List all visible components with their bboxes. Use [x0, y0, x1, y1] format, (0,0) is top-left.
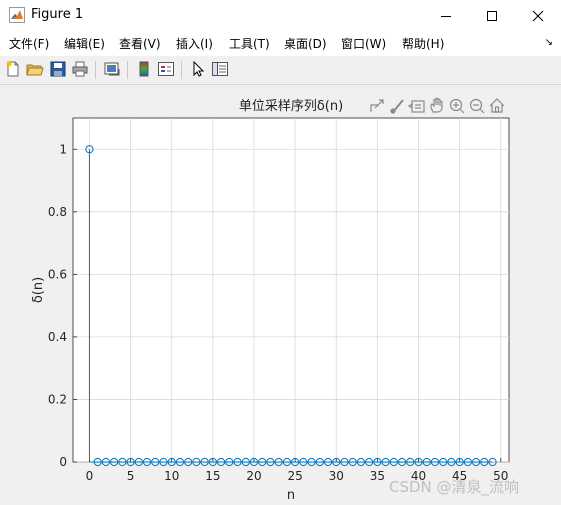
menu-desktop[interactable]: 桌面(D): [284, 35, 327, 52]
x-tick-label: 5: [127, 469, 135, 483]
y-tick-label: 0.2: [48, 392, 67, 406]
figure-toolbar: [0, 56, 561, 85]
menu-edit[interactable]: 编辑(E): [64, 35, 105, 52]
toolbar-separator: [181, 61, 182, 79]
x-axis-label: n: [287, 488, 295, 503]
x-tick-label: 35: [370, 469, 385, 483]
y-tick-label: 0.6: [48, 267, 67, 281]
menu-file[interactable]: 文件(F): [9, 35, 49, 52]
close-button[interactable]: [515, 0, 561, 31]
pointer-icon[interactable]: [189, 60, 207, 78]
menu-window[interactable]: 窗口(W): [341, 35, 386, 52]
x-tick-label: 10: [164, 469, 179, 483]
y-axis-label: δ(n): [31, 277, 46, 303]
legend-icon[interactable]: [157, 60, 175, 78]
menu-view[interactable]: 查看(V): [119, 35, 161, 52]
maximize-button[interactable]: [469, 0, 515, 31]
new-figure-icon[interactable]: [4, 60, 22, 78]
menu-insert[interactable]: 插入(I): [176, 35, 213, 52]
figure-canvas[interactable]: 0 5 10 15 20 25 30 35 40 45 5000.20.40.60.81 单位采样序…: [0, 85, 561, 505]
y-tick-label: 0: [59, 455, 67, 469]
y-tick-label: 0.8: [48, 205, 67, 219]
menu-bar: 文件(F) 编辑(E) 查看(V) 插入(I) 工具(T) 桌面(D) 窗口(W…: [0, 31, 561, 56]
property-editor-icon[interactable]: [211, 60, 229, 78]
menu-overflow-icon[interactable]: ↘: [545, 37, 553, 48]
close-icon: [532, 10, 544, 21]
y-tick-label: 1: [59, 142, 67, 156]
window-title: Figure 1: [31, 7, 84, 22]
maximize-icon: [487, 10, 497, 21]
toolbar-separator: [127, 61, 128, 79]
y-tick-label: 0.4: [48, 330, 67, 344]
minimize-button[interactable]: [423, 0, 469, 31]
title-bar: Figure 1: [0, 0, 561, 31]
chart-title: 单位采样序列δ(n): [239, 99, 343, 114]
toolbar-separator: [95, 61, 96, 79]
matlab-logo-icon: [9, 7, 25, 23]
print-icon[interactable]: [71, 60, 89, 78]
menu-help[interactable]: 帮助(H): [402, 35, 444, 52]
colorbar-icon[interactable]: [135, 60, 153, 78]
figure-window: Figure 1 文件(F) 编辑(E) 查看(V) 插入(I) 工具(T) 桌…: [0, 0, 561, 505]
minimize-icon: [441, 15, 451, 17]
x-tick-label: 0: [86, 469, 94, 483]
open-file-icon[interactable]: [26, 60, 44, 78]
watermark-text: CSDN @清泉_流响: [389, 478, 520, 496]
axes-area[interactable]: [72, 117, 510, 463]
x-tick-label: 25: [287, 469, 302, 483]
link-plot-icon[interactable]: [103, 60, 121, 78]
save-icon[interactable]: [49, 60, 67, 78]
x-tick-label: 20: [246, 469, 261, 483]
menu-tools[interactable]: 工具(T): [229, 35, 270, 52]
x-tick-label: 15: [205, 469, 220, 483]
x-tick-label: 30: [329, 469, 344, 483]
